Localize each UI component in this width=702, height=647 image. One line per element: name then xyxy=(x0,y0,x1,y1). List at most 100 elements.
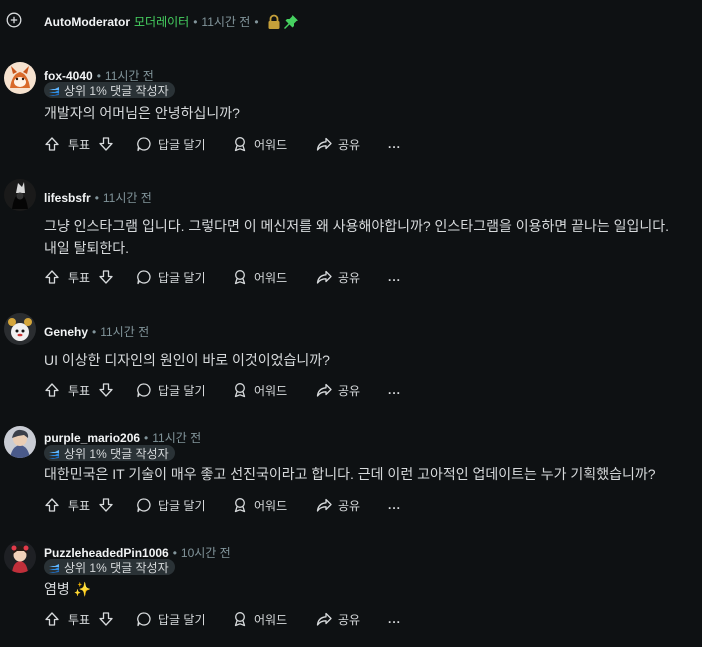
share-icon xyxy=(316,383,332,397)
comment: purple_mario206 • 11시간 전 상위 1% 댓글 작성자 대한… xyxy=(0,426,700,526)
award-button[interactable]: 어워드 xyxy=(232,607,287,631)
moderator-label: 모더레이터 xyxy=(134,15,190,29)
share-label: 공유 xyxy=(338,498,361,513)
upvote-icon xyxy=(45,612,59,626)
reply-button[interactable]: 답글 달기 xyxy=(136,132,206,156)
separator-dot: • xyxy=(94,190,99,205)
downvote-button[interactable] xyxy=(98,132,114,156)
automod-meta: AutoModerator 모더레이터 • 11시간 전 • xyxy=(44,13,299,30)
pin-icon xyxy=(283,14,299,30)
award-icon xyxy=(234,612,246,627)
separator-dot: • xyxy=(144,430,149,445)
share-label: 공유 xyxy=(338,137,361,152)
award-icon xyxy=(234,270,246,285)
avatar[interactable] xyxy=(4,426,36,458)
award-label: 어워드 xyxy=(254,137,288,152)
avatar[interactable] xyxy=(4,541,36,573)
downvote-icon xyxy=(99,270,113,284)
comment-meta: purple_mario206 • 11시간 전 xyxy=(44,429,201,446)
reply-label: 답글 달기 xyxy=(158,498,206,513)
share-label: 공유 xyxy=(338,612,361,627)
comment-body: 대한민국은 IT 기술이 매우 좋고 선진국이라고 합니다. 근데 이런 고아적… xyxy=(44,466,656,482)
separator-dot: • xyxy=(96,68,101,83)
share-button[interactable]: 공유 xyxy=(316,607,360,631)
upvote-button[interactable] xyxy=(44,607,60,631)
reply-label: 답글 달기 xyxy=(158,612,206,627)
award-label: 어워드 xyxy=(254,612,288,627)
downvote-icon xyxy=(99,498,113,512)
upvote-button[interactable] xyxy=(44,265,60,289)
author-link[interactable]: Genehy xyxy=(44,325,88,339)
comment-actions: 투표 답글 달기 어워드 공유 ... xyxy=(44,493,424,517)
award-button[interactable]: 어워드 xyxy=(232,493,287,517)
upvote-button[interactable] xyxy=(44,132,60,156)
comment-time[interactable]: 11시간 전 xyxy=(152,429,201,446)
share-button[interactable]: 공유 xyxy=(316,265,360,289)
award-label: 어워드 xyxy=(254,383,288,398)
author-link[interactable]: lifesbsfr xyxy=(44,191,91,205)
share-icon xyxy=(316,137,332,151)
award-label: 어워드 xyxy=(254,498,288,513)
upvote-button[interactable] xyxy=(44,378,60,402)
award-button[interactable]: 어워드 xyxy=(232,378,287,402)
author-link[interactable]: PuzzleheadedPin1006 xyxy=(44,546,169,560)
comment-actions: 투표 답글 달기 어워드 공유 ... xyxy=(44,378,424,402)
award-button[interactable]: 어워드 xyxy=(232,265,287,289)
downvote-button[interactable] xyxy=(98,378,114,402)
comment-time[interactable]: 11시간 전 xyxy=(103,189,152,206)
share-button[interactable]: 공유 xyxy=(316,378,360,402)
vote-label: 투표 xyxy=(68,137,91,152)
share-button[interactable]: 공유 xyxy=(316,132,360,156)
award-icon xyxy=(234,383,246,398)
reply-button[interactable]: 답글 달기 xyxy=(136,493,206,517)
downvote-button[interactable] xyxy=(98,265,114,289)
vote-label: 투표 xyxy=(68,383,91,398)
comment-body: 그냥 인스타그램 입니다. 그렇다면 이 메신저를 왜 사용해야합니까? 인스타… xyxy=(44,218,670,256)
vote-label: 투표 xyxy=(68,498,91,513)
share-icon xyxy=(316,498,332,512)
more-options-button[interactable]: ... xyxy=(388,378,401,402)
comment: Genehy • 11시간 전 UI 이상한 디자인의 원인이 바로 이것이었습… xyxy=(0,313,700,403)
award-button[interactable]: 어워드 xyxy=(232,132,287,156)
avatar[interactable] xyxy=(4,62,36,94)
comment-actions: 투표 답글 달기 어워드 공유 ... xyxy=(44,265,424,289)
comment-time[interactable]: 10시간 전 xyxy=(181,544,231,561)
expand-comment-button[interactable] xyxy=(4,10,24,30)
more-options-button[interactable]: ... xyxy=(388,132,401,156)
badge-icon xyxy=(48,562,60,573)
more-options-button[interactable]: ... xyxy=(388,265,401,289)
reply-button[interactable]: 답글 달기 xyxy=(136,607,206,631)
comment: lifesbsfr • 11시간 전 그냥 인스타그램 입니다. 그렇다면 이 … xyxy=(0,179,700,289)
top-commenter-badge: 상위 1% 댓글 작성자 xyxy=(44,445,175,461)
badge-label: 상위 1% 댓글 작성자 xyxy=(64,560,169,575)
more-options-button[interactable]: ... xyxy=(388,493,401,517)
upvote-icon xyxy=(45,498,59,512)
reply-label: 답글 달기 xyxy=(158,383,206,398)
downvote-button[interactable] xyxy=(98,607,114,631)
separator-dot: • xyxy=(254,14,259,29)
badge-icon xyxy=(48,448,60,459)
downvote-button[interactable] xyxy=(98,493,114,517)
automod-comment-collapsed: AutoModerator 모더레이터 • 11시간 전 • xyxy=(0,10,700,34)
avatar[interactable] xyxy=(4,313,36,345)
comment-time[interactable]: 11시간 전 xyxy=(100,323,149,340)
comment-meta: lifesbsfr • 11시간 전 xyxy=(44,189,152,206)
share-button[interactable]: 공유 xyxy=(316,493,360,517)
avatar[interactable] xyxy=(4,179,36,211)
upvote-icon xyxy=(45,270,59,284)
more-options-button[interactable]: ... xyxy=(388,607,401,631)
downvote-icon xyxy=(99,612,113,626)
comment-time[interactable]: 11시간 전 xyxy=(201,13,250,30)
author-link[interactable]: fox-4040 xyxy=(44,69,93,83)
badge-icon xyxy=(48,85,60,96)
badge-label: 상위 1% 댓글 작성자 xyxy=(64,446,169,461)
reply-label: 답글 달기 xyxy=(158,137,206,152)
share-icon xyxy=(316,612,332,626)
upvote-button[interactable] xyxy=(44,493,60,517)
upvote-icon xyxy=(45,383,59,397)
author-link[interactable]: AutoModerator xyxy=(44,15,130,29)
author-link[interactable]: purple_mario206 xyxy=(44,431,140,445)
reply-button[interactable]: 답글 달기 xyxy=(136,265,206,289)
reply-button[interactable]: 답글 달기 xyxy=(136,378,206,402)
reply-label: 답글 달기 xyxy=(158,270,206,285)
